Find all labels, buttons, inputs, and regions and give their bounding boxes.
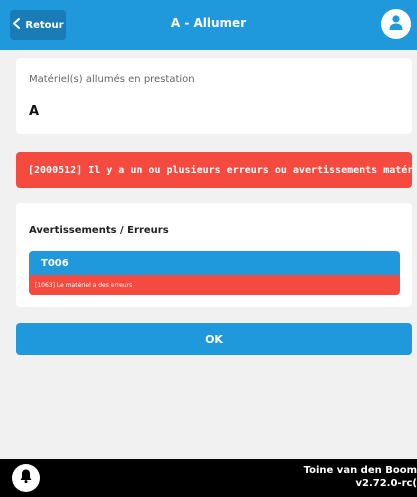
equipment-card: Matériel(s) allumés en prestation A: [16, 58, 412, 134]
warnings-heading: Avertissements / Erreurs: [29, 225, 169, 236]
footer-bar: Toine van den Boom v2.72.0-rc(: [0, 459, 417, 497]
warning-code: T006: [29, 251, 400, 275]
app-version: v2.72.0-rc(: [355, 478, 417, 489]
user-button[interactable]: [381, 9, 411, 39]
user-icon: [387, 13, 405, 35]
notifications-button[interactable]: [12, 464, 40, 492]
top-bar: Retour A - Allumer: [0, 0, 417, 50]
warnings-card: Avertissements / Erreurs T006 [1063] Le …: [16, 203, 412, 307]
page-title: A - Allumer: [170, 16, 247, 30]
ok-button[interactable]: OK: [16, 323, 412, 355]
error-banner: [2000512] Il y a un ou plusieurs erreurs…: [16, 152, 412, 188]
user-name: Toine van den Boom: [303, 465, 417, 476]
equipment-value: A: [29, 104, 40, 119]
bell-icon: [18, 468, 34, 488]
warning-message: [1063] Le matériel a des erreurs: [29, 275, 400, 295]
user-info: Toine van den Boom v2.72.0-rc(: [304, 464, 417, 490]
warning-item[interactable]: T006 [1063] Le matériel a des erreurs: [29, 251, 400, 295]
equipment-label: Matériel(s) allumés en prestation: [29, 74, 195, 85]
app-screen: Retour A - Allumer Matériel(s) allumés e…: [0, 0, 417, 497]
